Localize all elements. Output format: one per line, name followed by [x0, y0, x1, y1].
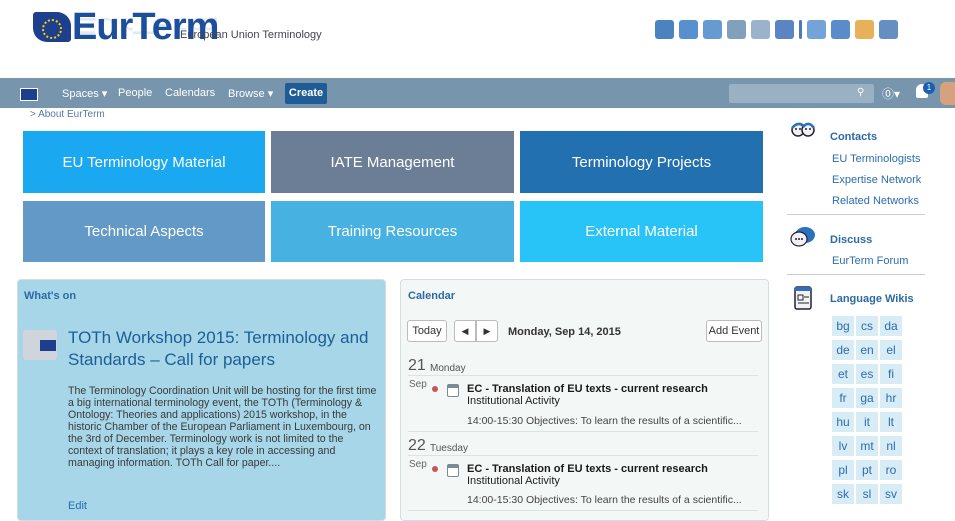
- institution-icon[interactable]: [855, 20, 874, 39]
- institution-icon[interactable]: [679, 20, 698, 39]
- day-month: Sep: [409, 459, 427, 470]
- discuss-speech-bubble-icon: [790, 227, 815, 247]
- language-link-en[interactable]: en: [856, 340, 878, 360]
- language-link-pl[interactable]: pl: [832, 460, 854, 480]
- language-link-sv[interactable]: sv: [880, 484, 902, 504]
- institution-icon[interactable]: [879, 20, 898, 39]
- language-link-da[interactable]: da: [880, 316, 902, 336]
- language-link-el[interactable]: el: [880, 340, 902, 360]
- institution-icon[interactable]: [655, 20, 674, 39]
- calendar-title: Calendar: [408, 290, 456, 302]
- link-eurterm-forum[interactable]: EurTerm Forum: [832, 255, 908, 267]
- tile-technical-aspects[interactable]: Technical Aspects: [23, 201, 265, 262]
- language-link-hr[interactable]: hr: [880, 388, 902, 408]
- language-wiki-document-icon: [794, 286, 812, 310]
- nav-people[interactable]: People: [118, 87, 152, 99]
- nav-browse[interactable]: Browse ▾: [228, 87, 273, 100]
- language-link-ga[interactable]: ga: [856, 388, 878, 408]
- notification-count-badge[interactable]: 1: [923, 82, 935, 94]
- link-related-networks[interactable]: Related Networks: [832, 195, 919, 207]
- news-body: The Terminology Coordination Unit will b…: [68, 385, 377, 469]
- institution-icon[interactable]: [727, 20, 746, 39]
- language-link-hu[interactable]: hu: [832, 412, 854, 432]
- day-name: Monday: [430, 363, 466, 374]
- language-link-sl[interactable]: sl: [856, 484, 878, 504]
- prev-button[interactable]: ◀: [454, 320, 476, 342]
- tile-training-resources[interactable]: Training Resources: [271, 201, 514, 262]
- language-wikis-heading: Language Wikis: [830, 293, 914, 305]
- event-status-dot: [432, 386, 438, 392]
- day-number: 22: [408, 437, 426, 454]
- day-divider: [408, 375, 758, 376]
- parliament-icon: [23, 330, 57, 360]
- institution-icons: [655, 20, 898, 39]
- site-logo-subtitle: European Union Terminology: [180, 29, 322, 41]
- help-icon[interactable]: ⓪▾: [882, 85, 900, 102]
- contacts-heading: Contacts: [830, 131, 878, 143]
- tile-iate-management[interactable]: IATE Management: [271, 131, 514, 193]
- search-icon[interactable]: ⚲: [857, 87, 864, 98]
- add-event-button[interactable]: Add Event: [706, 320, 762, 342]
- sidebar-divider: [787, 214, 925, 215]
- event-title-link[interactable]: EC - Translation of EU texts - current r…: [467, 383, 757, 407]
- institution-icon[interactable]: [831, 20, 850, 39]
- page-header: EurTerm EurTerm European Union Terminolo…: [0, 0, 955, 78]
- contacts-people-icon: [791, 122, 816, 137]
- language-link-sk[interactable]: sk: [832, 484, 854, 504]
- discuss-heading: Discuss: [830, 234, 873, 246]
- link-eu-terminologists[interactable]: EU Terminologists: [832, 153, 920, 165]
- calendar-current-date: Monday, Sep 14, 2015: [508, 326, 621, 338]
- event-description: 14:00-15:30 Objectives: To learn the res…: [467, 494, 742, 506]
- nav-spaces[interactable]: Spaces ▾: [62, 87, 107, 100]
- sidebar-divider: [787, 274, 925, 275]
- language-link-mt[interactable]: mt: [856, 436, 878, 456]
- eu-flag-logo-icon[interactable]: [33, 12, 71, 42]
- event-title-link[interactable]: EC - Translation of EU texts - current r…: [467, 463, 757, 487]
- language-link-nl[interactable]: nl: [880, 436, 902, 456]
- tile-eu-terminology-material[interactable]: EU Terminology Material: [23, 131, 265, 193]
- event-divider: [408, 431, 758, 432]
- language-link-lv[interactable]: lv: [832, 436, 854, 456]
- nav-calendars[interactable]: Calendars: [165, 87, 215, 99]
- whats-on-title: What's on: [24, 290, 77, 302]
- link-expertise-network[interactable]: Expertise Network: [832, 174, 921, 186]
- language-link-es[interactable]: es: [856, 364, 878, 384]
- next-button[interactable]: ▶: [476, 320, 498, 342]
- language-link-bg[interactable]: bg: [832, 316, 854, 336]
- language-link-cs[interactable]: cs: [856, 316, 878, 336]
- language-link-fi[interactable]: fi: [880, 364, 902, 384]
- institution-icon[interactable]: [775, 20, 794, 39]
- edit-link[interactable]: Edit: [68, 500, 87, 512]
- institution-icon[interactable]: [799, 20, 802, 39]
- institution-icon[interactable]: [703, 20, 722, 39]
- calendar-event-icon: [447, 384, 459, 397]
- day-divider: [408, 455, 758, 456]
- language-link-et[interactable]: et: [832, 364, 854, 384]
- tile-external-material[interactable]: External Material: [520, 201, 763, 262]
- user-avatar[interactable]: [940, 82, 955, 105]
- event-divider: [408, 510, 758, 511]
- today-button[interactable]: Today: [407, 320, 447, 342]
- day-number: 21: [408, 357, 426, 374]
- calendar-event-icon: [447, 464, 459, 477]
- language-link-pt[interactable]: pt: [856, 460, 878, 480]
- breadcrumb[interactable]: > About EurTerm: [30, 109, 105, 117]
- create-button[interactable]: Create: [285, 83, 327, 104]
- institution-icon[interactable]: [807, 20, 826, 39]
- event-description: 14:00-15:30 Objectives: To learn the res…: [467, 415, 742, 427]
- tile-terminology-projects[interactable]: Terminology Projects: [520, 131, 763, 193]
- language-link-lt[interactable]: lt: [880, 412, 902, 432]
- language-link-it[interactable]: it: [856, 412, 878, 432]
- event-status-dot: [432, 466, 438, 472]
- eu-flag-icon[interactable]: [20, 88, 38, 101]
- search-input[interactable]: [729, 84, 874, 103]
- language-link-ro[interactable]: ro: [880, 460, 902, 480]
- institution-icon[interactable]: [751, 20, 770, 39]
- language-link-fr[interactable]: fr: [832, 388, 854, 408]
- language-link-de[interactable]: de: [832, 340, 854, 360]
- day-name: Tuesday: [430, 443, 468, 454]
- day-month: Sep: [409, 379, 427, 390]
- news-title-link[interactable]: TOTh Workshop 2015: Terminology and Stan…: [68, 327, 378, 371]
